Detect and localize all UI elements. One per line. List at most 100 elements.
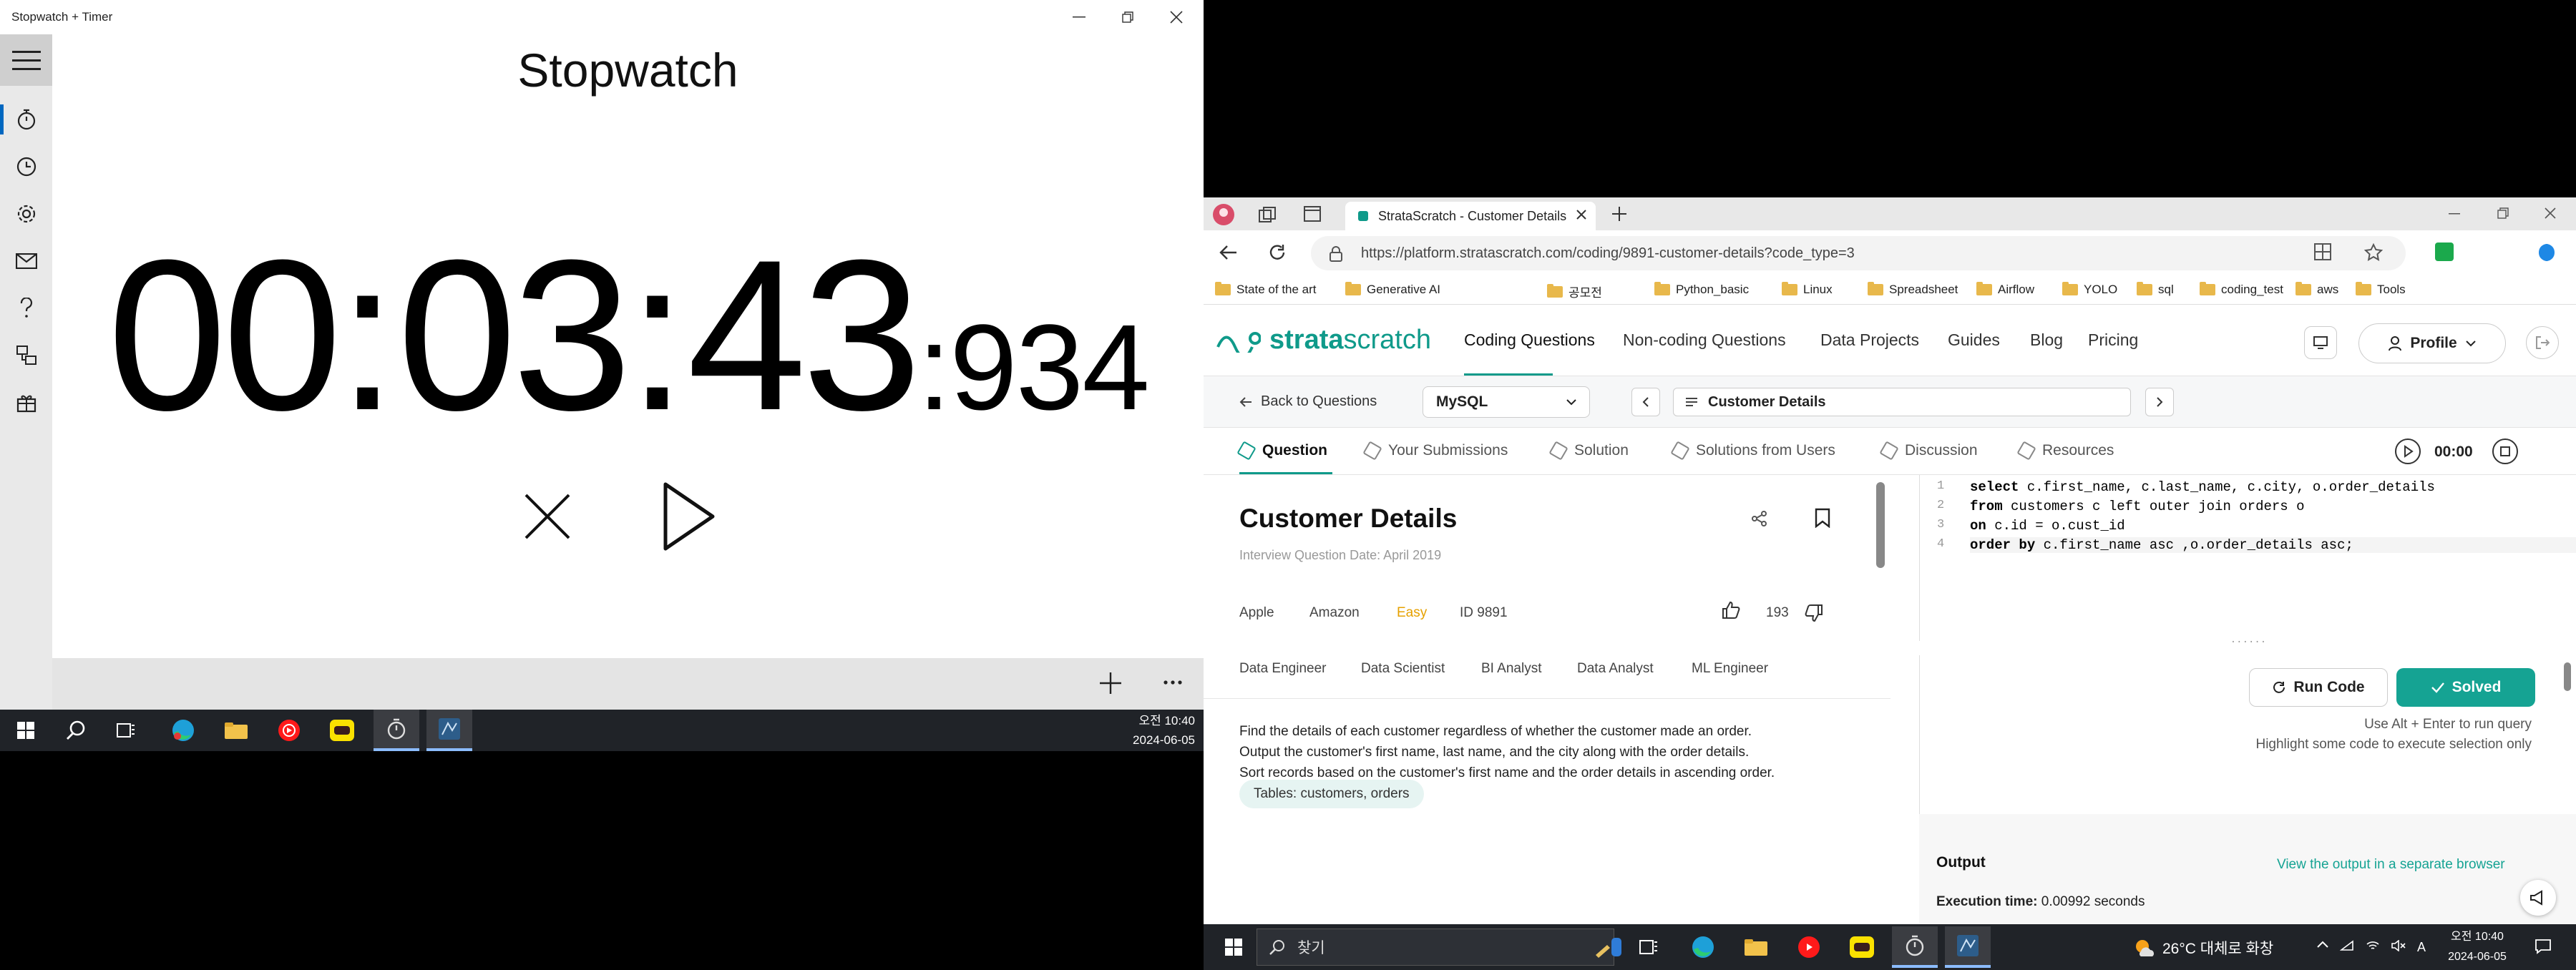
search-icon[interactable] [53, 710, 99, 751]
tables-chip[interactable]: Tables: customers, orders [1239, 780, 1424, 808]
nav-blog[interactable]: Blog [2030, 330, 2063, 350]
new-tab-button[interactable] [1611, 206, 1627, 222]
mysql-workbench-icon[interactable] [426, 710, 472, 751]
role-tag[interactable]: ML Engineer [1692, 661, 1768, 677]
youtube-music-icon[interactable] [1786, 926, 1832, 968]
role-tag[interactable]: Data Analyst [1577, 661, 1654, 677]
tab-stratascratch[interactable]: StrataScratch - Customer Details [1345, 202, 1596, 230]
play-timer-icon[interactable] [2394, 438, 2421, 465]
start-button[interactable] [3, 710, 49, 751]
weather-widget[interactable]: 26°C 대체로 화창 [2134, 937, 2273, 959]
clock-icon[interactable] [0, 143, 52, 190]
task-view-icon[interactable] [103, 710, 149, 751]
thumbs-up-icon[interactable] [1722, 601, 1740, 619]
scrollbar[interactable] [1876, 482, 1885, 568]
share-icon[interactable] [0, 332, 52, 379]
restore-button[interactable] [1113, 7, 1142, 27]
minimize-button[interactable] [2449, 213, 2460, 215]
tab-solution[interactable]: Solution [1548, 441, 1629, 461]
menu-icon[interactable] [0, 34, 52, 86]
megaphone-icon[interactable] [2520, 880, 2556, 916]
settings-icon[interactable] [0, 190, 52, 237]
kakaotalk-icon[interactable] [319, 710, 365, 751]
thumbs-down-icon[interactable] [1805, 604, 1823, 622]
nav-guides[interactable]: Guides [1948, 330, 2000, 350]
taskbar-clock-left[interactable]: 오전 10:40 2024-06-05 [1073, 711, 1195, 750]
refresh-icon[interactable] [1268, 243, 1287, 262]
tab-question[interactable]: Question [1236, 441, 1327, 461]
nav-pricing[interactable]: Pricing [2088, 330, 2138, 350]
favorite-folder[interactable]: Tools [2356, 282, 2406, 297]
stop-timer-icon[interactable] [2492, 438, 2519, 465]
profile-button[interactable]: Profile [2358, 323, 2506, 363]
tab-actions-icon[interactable] [1304, 206, 1321, 222]
company-tag[interactable]: Amazon [1309, 605, 1360, 621]
resize-handle[interactable]: ······ [1920, 637, 2576, 648]
workspaces-icon[interactable] [1258, 206, 1277, 223]
close-window-button[interactable] [1162, 7, 1191, 27]
copilot-icon[interactable] [2536, 242, 2557, 263]
stopwatch-app-icon[interactable] [374, 710, 419, 751]
nav-coding-questions[interactable]: Coding Questions [1464, 330, 1595, 350]
nav-data-projects[interactable]: Data Projects [1820, 330, 1919, 350]
role-tag[interactable]: Data Engineer [1239, 661, 1326, 677]
url-field[interactable]: https://platform.stratascratch.com/codin… [1311, 236, 2406, 270]
favorite-folder[interactable]: 공모전 [1547, 283, 1602, 300]
notification-icon[interactable] [2534, 939, 2552, 954]
file-explorer-icon[interactable] [213, 710, 259, 751]
favorite-folder[interactable]: State of the art [1215, 282, 1317, 297]
split-screen-icon[interactable] [2314, 243, 2331, 260]
tab-your-submissions[interactable]: Your Submissions [1362, 441, 1508, 461]
system-tray[interactable]: A [2317, 940, 2426, 955]
solved-button[interactable]: Solved [2396, 668, 2535, 707]
back-to-questions-link[interactable]: Back to Questions [1239, 393, 1377, 410]
add-icon[interactable] [1098, 671, 1123, 695]
scrollbar[interactable] [2564, 662, 2571, 691]
gift-icon[interactable] [0, 379, 52, 426]
help-icon[interactable] [0, 285, 52, 332]
youtube-music-icon[interactable] [266, 710, 312, 751]
bookmark-icon[interactable] [1815, 508, 1830, 528]
edge-icon[interactable] [160, 710, 206, 751]
tab-resources[interactable]: Resources [2016, 441, 2114, 461]
file-explorer-icon[interactable] [1733, 926, 1779, 968]
close-window-button[interactable] [2545, 207, 2556, 219]
question-selector[interactable]: Customer Details [1673, 388, 2131, 416]
extension-icon[interactable] [2434, 242, 2454, 262]
favorite-folder[interactable]: Generative AI [1345, 282, 1440, 297]
favorite-folder[interactable]: Spreadsheet [1868, 282, 1958, 297]
favorite-folder[interactable]: Linux [1782, 282, 1833, 297]
back-icon[interactable] [1219, 243, 1238, 262]
role-tag[interactable]: Data Scientist [1361, 661, 1445, 677]
stratascratch-logo[interactable]: stratascratch [1215, 325, 1431, 356]
start-button[interactable] [1211, 926, 1257, 968]
task-view-icon[interactable] [1626, 926, 1672, 968]
favorite-folder[interactable]: coding_test [2200, 282, 2283, 297]
logout-icon[interactable] [2526, 326, 2559, 359]
more-icon[interactable] [1163, 680, 1183, 685]
kakaotalk-icon[interactable] [1839, 926, 1885, 968]
favorite-folder[interactable]: aws [2296, 282, 2338, 297]
next-question-button[interactable] [2145, 388, 2174, 416]
tab-solutions-from-users[interactable]: Solutions from Users [1670, 441, 1835, 461]
reset-button[interactable] [515, 481, 580, 552]
favorite-folder[interactable]: YOLO [2062, 282, 2117, 297]
favorite-folder[interactable]: sql [2137, 282, 2174, 297]
taskbar-clock-right[interactable]: 오전 10:40 2024-06-05 [2434, 927, 2520, 967]
company-tag[interactable]: Apple [1239, 605, 1274, 621]
screen-icon[interactable] [2304, 326, 2337, 359]
play-button[interactable] [657, 481, 721, 552]
share-icon[interactable] [1752, 511, 1767, 526]
language-select[interactable]: MySQL [1423, 386, 1590, 418]
run-code-button[interactable]: Run Code [2249, 668, 2388, 707]
taskbar-search-box[interactable]: 찾기 [1257, 929, 1614, 966]
prev-question-button[interactable] [1631, 388, 1660, 416]
stopwatch-app-icon[interactable] [1892, 926, 1938, 968]
edge-icon[interactable] [1680, 926, 1726, 968]
mysql-workbench-icon[interactable] [1945, 926, 1991, 968]
stopwatch-icon[interactable] [0, 96, 52, 143]
favorite-folder[interactable]: Python_basic [1654, 282, 1749, 297]
mail-icon[interactable] [0, 237, 52, 285]
role-tag[interactable]: BI Analyst [1481, 661, 1542, 677]
favorite-star-icon[interactable] [2364, 243, 2383, 262]
